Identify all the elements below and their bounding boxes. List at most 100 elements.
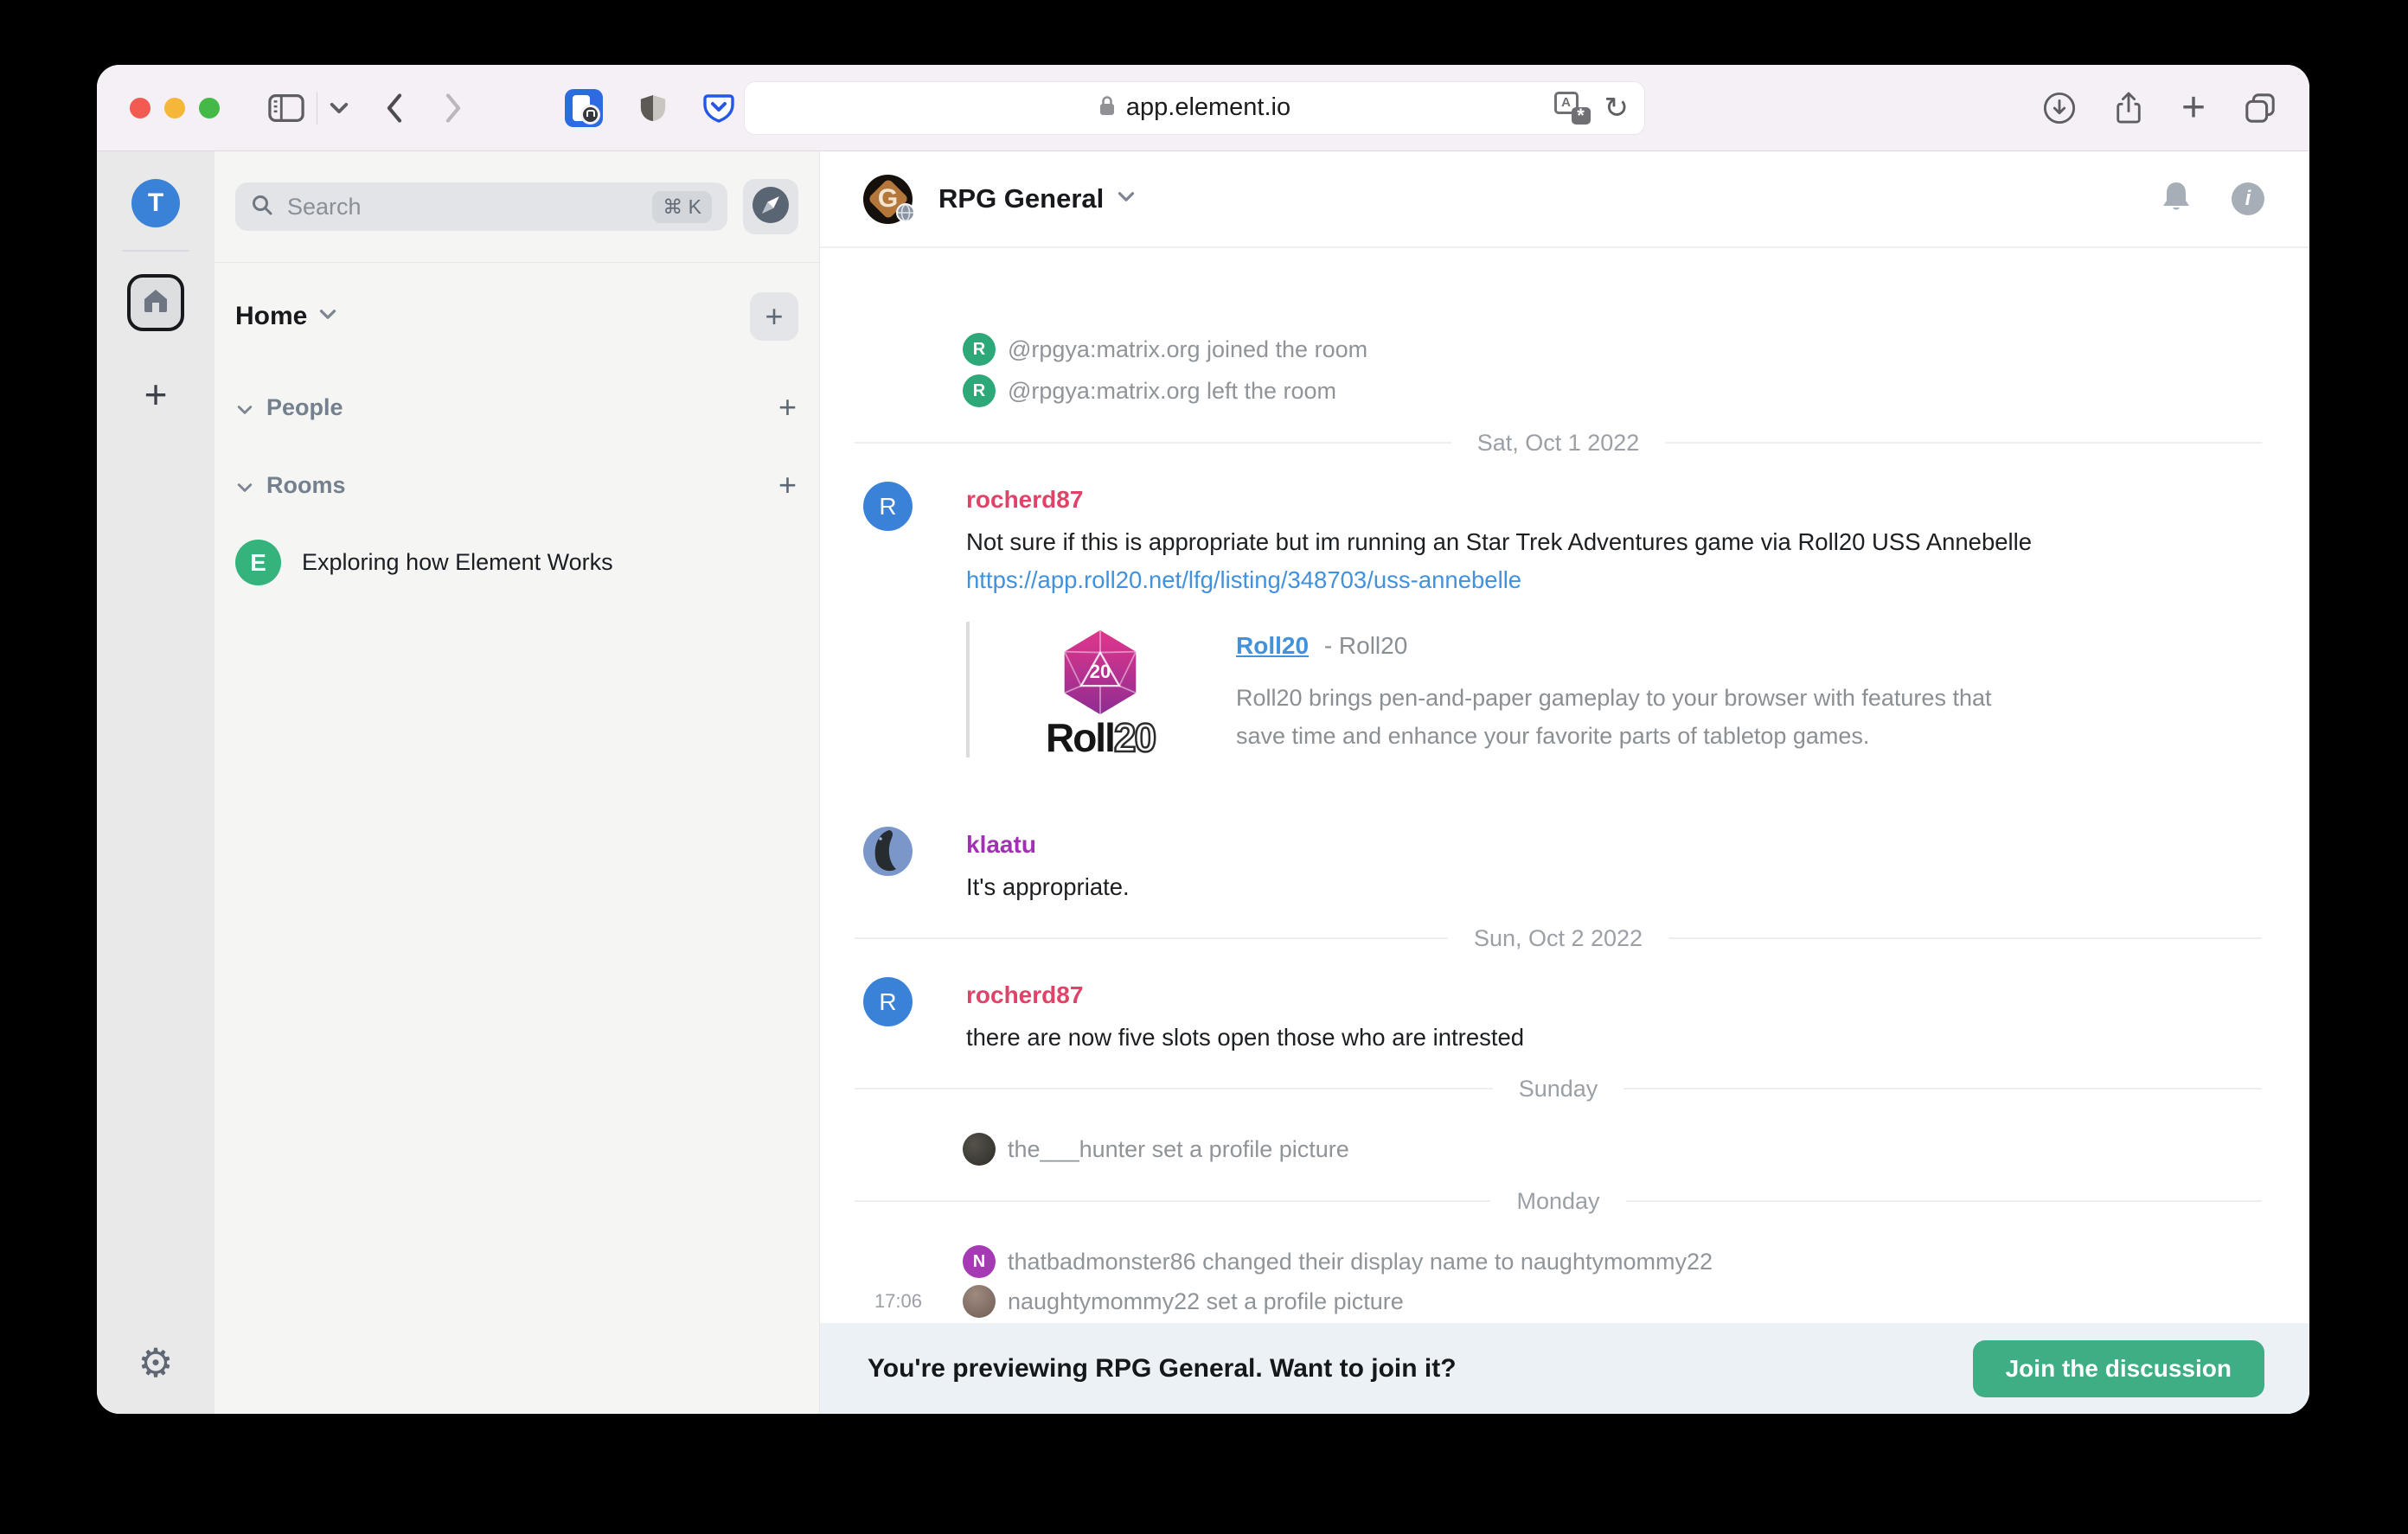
section-people-label: People bbox=[266, 394, 343, 421]
room-name: Exploring how Element Works bbox=[302, 549, 613, 576]
date-separator: Sun, Oct 2 2022 bbox=[855, 918, 2262, 958]
home-icon bbox=[142, 288, 170, 318]
downloads-icon[interactable] bbox=[2043, 92, 2076, 125]
browser-toolbar: app.element.io A* ↻ + bbox=[97, 65, 2309, 151]
message-timeline[interactable]: R @rpgya:matrix.org joined the room R @r… bbox=[820, 248, 2309, 1323]
room-list-item[interactable]: E Exploring how Element Works bbox=[215, 540, 819, 585]
preview-description: Roll20 brings pen-and-paper gameplay to … bbox=[1236, 679, 2036, 755]
section-rooms-label: Rooms bbox=[266, 472, 346, 499]
event-text: @rpgya:matrix.org left the room bbox=[1008, 378, 1336, 405]
sender-avatar[interactable]: R bbox=[863, 977, 913, 1026]
member-event: 17:06 naughtymommy22 set a profile pictu… bbox=[820, 1282, 2309, 1321]
add-button[interactable]: + bbox=[750, 292, 798, 341]
search-shortcut-badge: ⌘ K bbox=[652, 191, 712, 223]
member-event: the___hunter set a profile picture bbox=[820, 1129, 2309, 1169]
date-separator: Sunday bbox=[855, 1069, 2262, 1109]
message: R rocherd87 there are now five slots ope… bbox=[820, 975, 2309, 1057]
event-text: the___hunter set a profile picture bbox=[1008, 1136, 1349, 1163]
message-body: there are now five slots open those who … bbox=[966, 1019, 2034, 1057]
globe-badge-icon bbox=[896, 203, 915, 227]
event-timestamp: 17:06 bbox=[820, 1290, 922, 1313]
preview-prompt-text: You're previewing RPG General. Want to j… bbox=[868, 1354, 1457, 1384]
sender-name[interactable]: klaatu bbox=[966, 825, 2309, 865]
traffic-lights bbox=[130, 98, 220, 118]
share-icon[interactable] bbox=[2114, 91, 2143, 125]
message-body: Not sure if this is appropriate but im r… bbox=[966, 523, 2034, 599]
room-header: G RPG General i bbox=[820, 151, 2309, 248]
member-event: R @rpgya:matrix.org joined the room bbox=[820, 329, 2309, 369]
minimize-window-button[interactable] bbox=[164, 98, 185, 118]
search-input[interactable] bbox=[285, 193, 640, 221]
message-link[interactable]: https://app.roll20.net/lfg/listing/34870… bbox=[966, 566, 1521, 593]
sender-avatar[interactable] bbox=[863, 827, 913, 876]
room-title[interactable]: RPG General bbox=[938, 183, 1104, 214]
date-separator: Monday bbox=[855, 1181, 2262, 1221]
add-room-button[interactable]: + bbox=[778, 467, 797, 503]
message-body: It's appropriate. bbox=[966, 868, 2034, 906]
compass-icon bbox=[752, 186, 790, 228]
preview-title-suffix: - Roll20 bbox=[1324, 632, 1407, 659]
password-manager-extension-icon[interactable] bbox=[565, 89, 603, 127]
address-text: app.element.io bbox=[1126, 93, 1290, 122]
section-rooms[interactable]: Rooms + bbox=[215, 467, 819, 503]
create-space-button[interactable]: + bbox=[144, 371, 168, 418]
preview-title-link[interactable]: Roll20 bbox=[1236, 632, 1309, 659]
browser-window: app.element.io A* ↻ + T bbox=[97, 65, 2309, 1414]
svg-text:20: 20 bbox=[1090, 661, 1111, 682]
chevron-down-icon[interactable] bbox=[1118, 191, 1135, 207]
forward-button[interactable] bbox=[444, 93, 463, 123]
zoom-window-button[interactable] bbox=[199, 98, 220, 118]
address-bar[interactable]: app.element.io A* ↻ bbox=[745, 82, 1644, 134]
room-header-avatar[interactable]: G bbox=[863, 175, 913, 224]
notifications-bell-icon[interactable] bbox=[2159, 180, 2193, 219]
event-text: @rpgya:matrix.org joined the room bbox=[1008, 336, 1367, 363]
roll20-logo: 20 Roll20 bbox=[1006, 622, 1194, 757]
member-avatar[interactable]: R bbox=[963, 374, 996, 407]
chevron-shield-extension-icon[interactable] bbox=[703, 93, 734, 124]
room-avatar: E bbox=[235, 540, 281, 585]
new-tab-icon[interactable]: + bbox=[2181, 87, 2206, 129]
search-input-container[interactable]: ⌘ K bbox=[235, 182, 727, 231]
chat-panel: G RPG General i R bbox=[820, 151, 2309, 1414]
chevron-down-icon bbox=[237, 472, 253, 499]
space-panel: T + ⚙ bbox=[97, 151, 215, 1414]
explore-rooms-button[interactable] bbox=[743, 179, 798, 234]
settings-gear-icon[interactable]: ⚙ bbox=[138, 1343, 173, 1383]
sender-name[interactable]: rocherd87 bbox=[966, 975, 2309, 1015]
lock-icon bbox=[1098, 94, 1116, 121]
sidebar-menu-chevron-icon[interactable] bbox=[330, 102, 349, 114]
space-name-label[interactable]: Home bbox=[235, 302, 307, 331]
message: R rocherd87 Not sure if this is appropri… bbox=[820, 480, 2309, 599]
sidebar-divider bbox=[215, 262, 819, 263]
member-event: R @rpgya:matrix.org left the room bbox=[820, 371, 2309, 411]
url-preview-card: 20 Roll20 Roll20 - Roll20 Roll20 brings … bbox=[966, 622, 2309, 757]
room-list-sidebar: ⌘ K Home + People bbox=[215, 151, 820, 1414]
home-space-button[interactable] bbox=[127, 274, 184, 331]
chevron-down-icon[interactable] bbox=[319, 309, 336, 324]
translate-icon[interactable]: A* bbox=[1554, 92, 1591, 125]
member-avatar[interactable]: R bbox=[963, 333, 996, 366]
user-avatar[interactable]: T bbox=[131, 179, 180, 227]
event-text: naughtymommy22 set a profile picture bbox=[1008, 1288, 1404, 1315]
reload-icon[interactable]: ↻ bbox=[1604, 93, 1630, 123]
sidebar-toggle-icon[interactable] bbox=[268, 93, 304, 123]
tab-overview-icon[interactable] bbox=[2244, 92, 2277, 125]
room-preview-bar: You're previewing RPG General. Want to j… bbox=[820, 1323, 2309, 1414]
message: klaatu It's appropriate. bbox=[820, 825, 2309, 906]
search-icon bbox=[251, 194, 273, 221]
member-avatar[interactable] bbox=[963, 1133, 996, 1166]
chevron-down-icon bbox=[237, 394, 253, 421]
section-people[interactable]: People + bbox=[215, 389, 819, 425]
sender-avatar[interactable]: R bbox=[863, 482, 913, 531]
member-avatar[interactable]: N bbox=[963, 1245, 996, 1278]
rail-divider bbox=[122, 250, 189, 252]
sender-name[interactable]: rocherd87 bbox=[966, 480, 2309, 520]
member-avatar[interactable] bbox=[963, 1285, 996, 1318]
add-people-button[interactable]: + bbox=[778, 389, 797, 425]
close-window-button[interactable] bbox=[130, 98, 150, 118]
event-text: thatbadmonster86 changed their display n… bbox=[1008, 1249, 1713, 1275]
back-button[interactable] bbox=[385, 93, 404, 123]
join-discussion-button[interactable]: Join the discussion bbox=[1973, 1340, 2264, 1397]
shield-extension-icon[interactable] bbox=[639, 93, 667, 124]
room-info-icon[interactable]: i bbox=[2232, 182, 2264, 215]
